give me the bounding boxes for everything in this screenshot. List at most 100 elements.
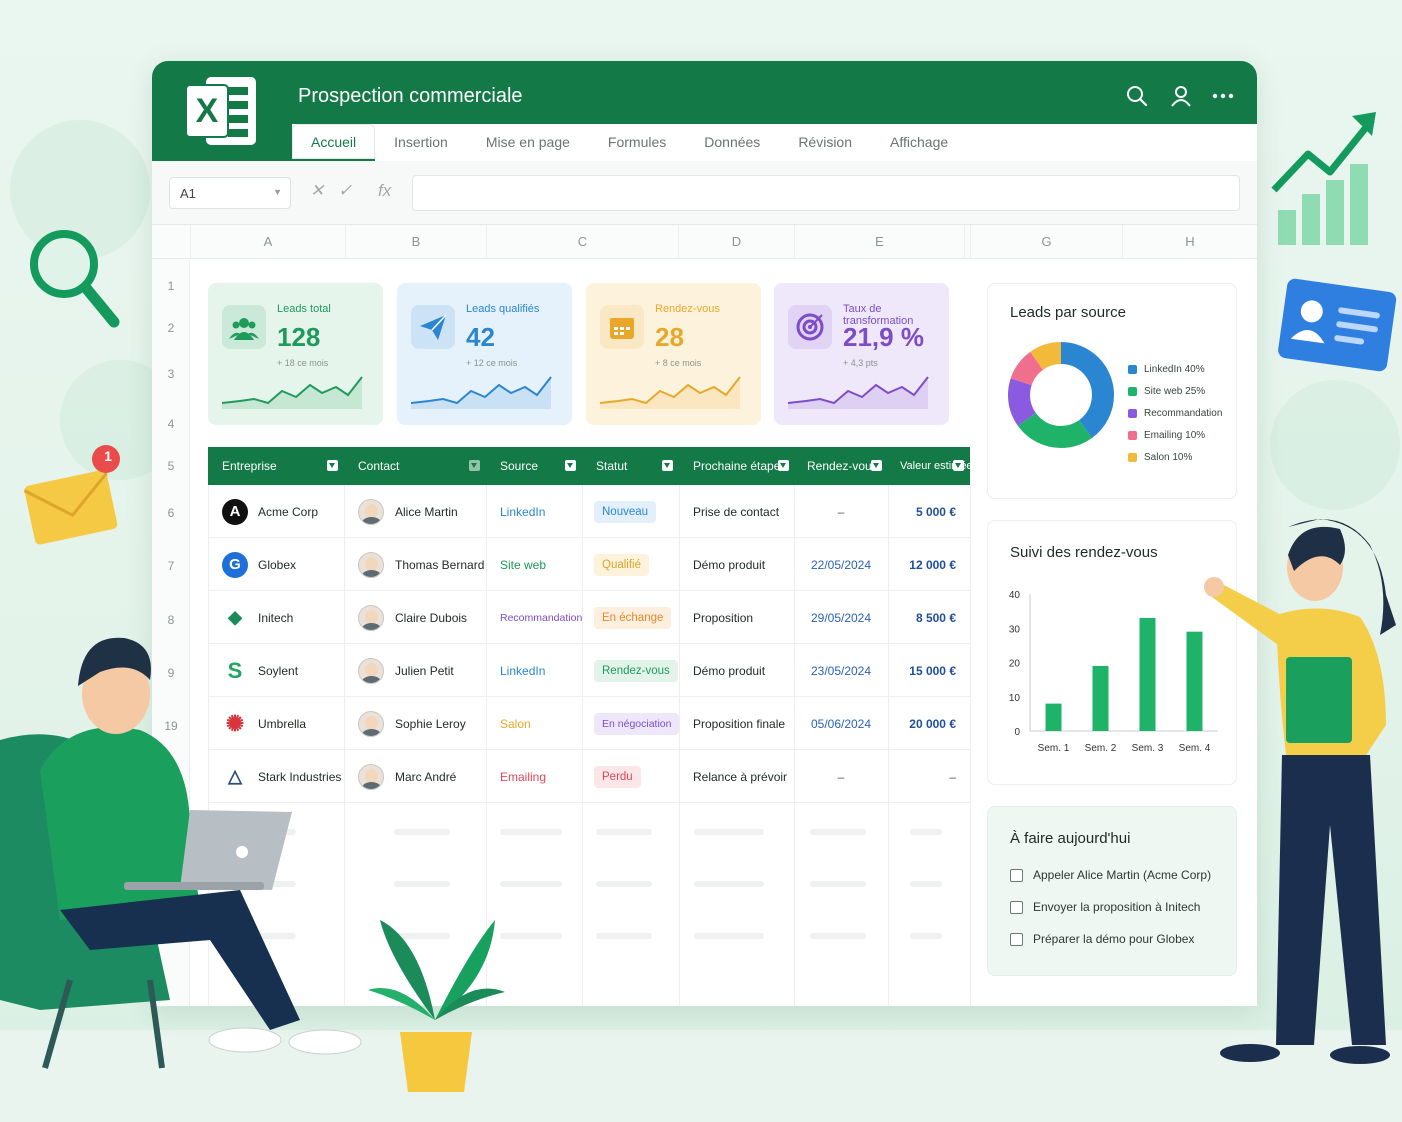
todo-item[interactable]: Préparer la démo pour Globex <box>1010 932 1194 946</box>
table-row[interactable]: G Globex Thomas Bernard Site web Qualifié Dém… <box>208 538 970 591</box>
filter-icon[interactable] <box>662 460 673 471</box>
cell-rendez-vous[interactable]: 23/05/2024 <box>794 644 888 697</box>
column-header-h[interactable]: H <box>1122 225 1257 259</box>
checkbox[interactable] <box>1010 868 1023 882</box>
cell-statut[interactable]: En échange <box>594 591 682 644</box>
cell-valeur[interactable]: 5 000 € <box>888 485 956 538</box>
column-header-g[interactable]: G <box>970 225 1122 259</box>
cell-prochaine-etape[interactable]: Prise de contact <box>693 485 803 538</box>
tab-donnees[interactable]: Données <box>685 124 779 161</box>
users-icon <box>222 305 266 349</box>
cell-source[interactable]: LinkedIn <box>500 485 590 538</box>
cell-rendez-vous[interactable]: 05/06/2024 <box>794 697 888 750</box>
cell-statut[interactable]: Qualifié <box>594 538 682 591</box>
table-row[interactable]: A Acme Corp Alice Martin LinkedIn Nouveau Pri… <box>208 485 970 538</box>
cell-statut[interactable]: Nouveau <box>594 485 682 538</box>
legend-item: Salon 10% <box>1128 452 1192 463</box>
filter-icon[interactable] <box>953 460 964 471</box>
cell-prochaine-etape[interactable]: Démo produit <box>693 644 803 697</box>
status-badge: En négociation <box>594 712 680 735</box>
todo-item[interactable]: Appeler Alice Martin (Acme Corp) <box>1010 868 1211 882</box>
cell-contact[interactable]: Thomas Bernard <box>358 538 486 591</box>
tab-mise-en-page[interactable]: Mise en page <box>467 124 589 161</box>
filter-icon[interactable] <box>778 460 789 471</box>
tab-affichage[interactable]: Affichage <box>871 124 967 161</box>
tab-insertion[interactable]: Insertion <box>375 124 467 161</box>
cell-contact[interactable]: Alice Martin <box>358 485 486 538</box>
filter-icon[interactable] <box>565 460 576 471</box>
header-contact[interactable]: Contact <box>344 447 486 485</box>
row-number[interactable]: 1 <box>152 279 190 293</box>
header-rendez-vous[interactable]: Rendez-vous <box>795 447 888 485</box>
name-box[interactable]: A1 ▼ <box>169 177 291 209</box>
column-header-c[interactable]: C <box>486 225 678 259</box>
tab-formules[interactable]: Formules <box>589 124 685 161</box>
row-number[interactable]: 3 <box>152 367 190 381</box>
cell-valeur[interactable]: 20 000 € <box>888 697 956 750</box>
filter-icon[interactable] <box>871 460 882 471</box>
man-with-laptop-illustration <box>0 637 362 1069</box>
status-badge: Rendez-vous <box>594 659 678 682</box>
cell-source[interactable]: Salon <box>500 697 590 750</box>
cell-source[interactable]: Emailing <box>500 750 590 803</box>
kpi-label: Leads total <box>277 303 331 315</box>
cell-prochaine-etape[interactable]: Proposition finale <box>693 697 803 750</box>
user-icon[interactable] <box>1168 83 1194 109</box>
formula-input[interactable] <box>412 175 1240 211</box>
column-header-d[interactable]: D <box>678 225 794 259</box>
header-source[interactable]: Source <box>486 447 582 485</box>
column-header-b[interactable]: B <box>345 225 486 259</box>
cell-entreprise[interactable]: G Globex <box>222 538 344 591</box>
cell-rendez-vous[interactable]: – <box>794 485 888 538</box>
cell-statut[interactable]: Perdu <box>594 750 682 803</box>
header-label: Source <box>500 459 539 473</box>
cell-valeur[interactable]: – <box>888 750 956 803</box>
row-number[interactable]: 7 <box>152 559 190 573</box>
empty-cell <box>694 933 764 939</box>
todo-item[interactable]: Envoyer la proposition à Initech <box>1010 900 1200 914</box>
header-valeur-estimee[interactable]: Valeur estimée <box>888 447 970 485</box>
cell-prochaine-etape[interactable]: Relance à prévoir <box>693 750 803 803</box>
cell-source[interactable]: Site web <box>500 538 590 591</box>
search-icon[interactable] <box>1124 83 1150 109</box>
cancel-formula-icon[interactable]: ✕ <box>310 181 324 201</box>
confirm-formula-icon[interactable]: ✓ <box>338 181 352 201</box>
checkbox[interactable] <box>1010 900 1023 914</box>
contact-name: Julien Petit <box>395 663 454 678</box>
cell-rendez-vous[interactable]: – <box>794 750 888 803</box>
cell-valeur[interactable]: 15 000 € <box>888 644 956 697</box>
todo-label: Préparer la démo pour Globex <box>1033 932 1195 946</box>
cell-rendez-vous[interactable]: 22/05/2024 <box>794 538 888 591</box>
filter-icon[interactable] <box>327 460 338 471</box>
header-label: Contact <box>358 459 400 473</box>
contact-name: Claire Dubois <box>395 610 468 625</box>
header-entreprise[interactable]: Entreprise <box>208 447 344 485</box>
cell-statut[interactable]: En négociation <box>594 697 682 750</box>
row-number[interactable]: 2 <box>152 321 190 335</box>
cell-valeur[interactable]: 8 500 € <box>888 591 956 644</box>
cell-prochaine-etape[interactable]: Démo produit <box>693 538 803 591</box>
empty-cell <box>910 829 942 835</box>
column-header-e[interactable]: E <box>794 225 964 259</box>
empty-cell <box>596 829 652 835</box>
checkbox[interactable] <box>1010 932 1023 946</box>
row-number[interactable]: 4 <box>152 417 190 431</box>
row-number[interactable]: 5 <box>152 459 190 473</box>
tab-revision[interactable]: Révision <box>779 124 871 161</box>
tab-accueil[interactable]: Accueil <box>292 124 376 161</box>
cell-prochaine-etape[interactable]: Proposition <box>693 591 803 644</box>
more-options-icon[interactable] <box>1210 83 1236 109</box>
cell-entreprise[interactable]: A Acme Corp <box>222 485 344 538</box>
column-header-a[interactable]: A <box>190 225 345 259</box>
cell-valeur[interactable]: 12 000 € <box>888 538 956 591</box>
cell-statut[interactable]: Rendez-vous <box>594 644 682 697</box>
row-number[interactable]: 6 <box>152 506 190 520</box>
filter-icon[interactable] <box>469 460 480 471</box>
cell-source[interactable]: LinkedIn <box>500 644 590 697</box>
cell-source[interactable]: Recommandation <box>500 591 590 644</box>
insert-function-icon[interactable]: fx <box>378 181 391 201</box>
header-prochaine-etape[interactable]: Prochaine étape <box>679 447 795 485</box>
header-statut[interactable]: Statut <box>582 447 679 485</box>
cell-rendez-vous[interactable]: 29/05/2024 <box>794 591 888 644</box>
estimated-value: 15 000 € <box>909 663 956 678</box>
